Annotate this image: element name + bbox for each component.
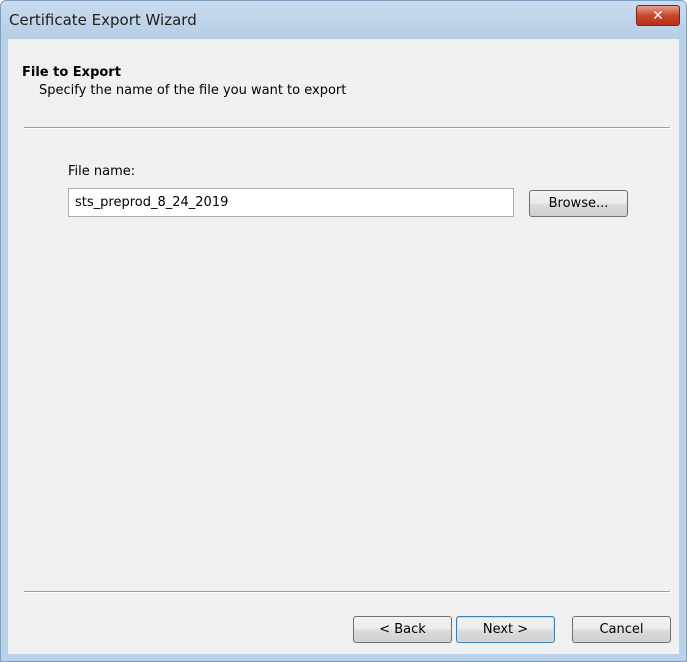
close-button[interactable]: ✕	[636, 5, 680, 26]
browse-button[interactable]: Browse...	[529, 190, 628, 217]
close-icon: ✕	[652, 7, 664, 24]
wizard-header: File to Export Specify the name of the f…	[8, 39, 679, 128]
back-button[interactable]: < Back	[353, 616, 452, 643]
file-name-label: File name:	[68, 164, 136, 179]
wizard-client-area: File to Export Specify the name of the f…	[8, 39, 679, 654]
file-name-input[interactable]	[68, 188, 514, 217]
wizard-window: Certificate Export Wizard ✕ File to Expo…	[0, 0, 687, 662]
page-title: File to Export	[22, 65, 121, 80]
window-title: Certificate Export Wizard	[9, 11, 197, 29]
next-button[interactable]: Next >	[456, 616, 555, 643]
footer-divider	[24, 591, 670, 593]
header-divider	[24, 127, 670, 129]
page-subtitle: Specify the name of the file you want to…	[39, 83, 347, 98]
title-bar[interactable]: Certificate Export Wizard ✕	[1, 1, 686, 39]
cancel-button[interactable]: Cancel	[572, 616, 671, 643]
